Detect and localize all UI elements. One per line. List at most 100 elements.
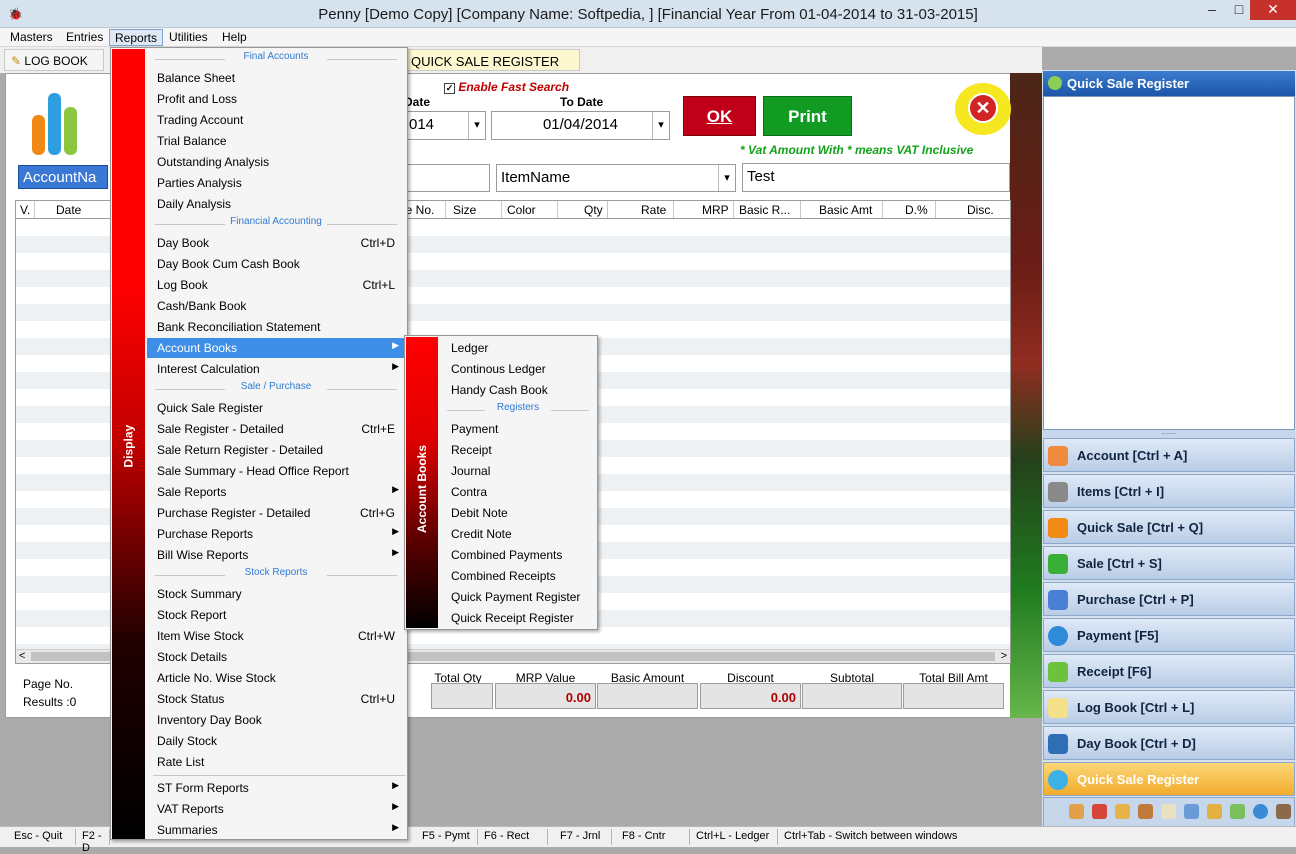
purchase-button[interactable]: Purchase [Ctrl + P] xyxy=(1043,582,1295,616)
settings-icon[interactable] xyxy=(1276,804,1291,819)
menu-quick-sale-register[interactable]: Quick Sale Register xyxy=(147,398,405,418)
menu-purchase-reports[interactable]: Purchase Reports ▶ xyxy=(147,524,405,544)
col-size[interactable]: Size xyxy=(453,203,476,217)
payment-button[interactable]: Payment [F5] xyxy=(1043,618,1295,652)
menu-vat-reports[interactable]: VAT Reports ▶ xyxy=(147,799,405,819)
menu-trading-account[interactable]: Trading Account xyxy=(147,110,405,130)
col-basic-amt[interactable]: Basic Amt xyxy=(819,203,872,217)
submenu-contra[interactable]: Contra xyxy=(441,482,595,502)
home-icon[interactable] xyxy=(1161,804,1176,819)
close-button[interactable]: ✕ xyxy=(1250,0,1296,20)
maximize-button[interactable]: □ xyxy=(1225,0,1253,20)
menu-day-book-cum-cash-book[interactable]: Day Book Cum Cash Book xyxy=(147,254,405,274)
menu-help[interactable]: Help xyxy=(217,29,252,46)
tools-icon[interactable] xyxy=(1207,804,1222,819)
col-rate[interactable]: Rate xyxy=(641,203,666,217)
submenu-continous-ledger[interactable]: Continous Ledger xyxy=(441,359,595,379)
menu-sale-reports[interactable]: Sale Reports ▶ xyxy=(147,482,405,502)
menu-stock-details[interactable]: Stock Details xyxy=(147,647,405,667)
menu-account-books[interactable]: Account Books ▶ xyxy=(147,338,405,358)
menu-trial-balance[interactable]: Trial Balance xyxy=(147,131,405,151)
itemname-dropdown-icon[interactable]: ▾ xyxy=(718,165,735,191)
menu-inventory-day-book[interactable]: Inventory Day Book xyxy=(147,710,405,730)
search-icon[interactable] xyxy=(1115,804,1130,819)
items-button[interactable]: Items [Ctrl + I] xyxy=(1043,474,1295,508)
menu-bank-reconciliation[interactable]: Bank Reconciliation Statement xyxy=(147,317,405,337)
menu-parties-analysis[interactable]: Parties Analysis xyxy=(147,173,405,193)
submenu-ledger[interactable]: Ledger xyxy=(441,338,595,358)
ok-button[interactable]: OK xyxy=(683,96,756,136)
menu-stock-report[interactable]: Stock Report xyxy=(147,605,405,625)
menu-st-form-reports[interactable]: ST Form Reports ▶ xyxy=(147,778,405,798)
menu-article-no-wise-stock[interactable]: Article No. Wise Stock xyxy=(147,668,405,688)
user-red-icon[interactable] xyxy=(1092,804,1107,819)
menu-utilities[interactable]: Utilities xyxy=(164,29,213,46)
receipt-button[interactable]: Receipt [F6] xyxy=(1043,654,1295,688)
log-book-button[interactable]: Log Book [Ctrl + L] xyxy=(1043,690,1295,724)
menu-entries[interactable]: Entries xyxy=(61,29,108,46)
col-mrp[interactable]: MRP xyxy=(702,203,729,217)
menu-stock-status[interactable]: Stock Status Ctrl+U xyxy=(147,689,405,709)
col-disc-percent[interactable]: D.% xyxy=(905,203,928,217)
account-name-field[interactable]: AccountNa xyxy=(18,165,108,189)
col-qty[interactable]: Qty xyxy=(584,203,603,217)
menu-daily-analysis[interactable]: Daily Analysis xyxy=(147,194,405,214)
quick-sale-register-button[interactable]: Quick Sale Register xyxy=(1043,762,1295,796)
search-value-input[interactable]: Test xyxy=(742,163,1010,192)
book-icon[interactable] xyxy=(1138,804,1153,819)
submenu-combined-payments[interactable]: Combined Payments xyxy=(441,545,595,565)
close-form-button[interactable]: ✕ xyxy=(955,83,1011,135)
menu-rate-list[interactable]: Rate List xyxy=(147,752,405,772)
menu-daily-stock[interactable]: Daily Stock xyxy=(147,731,405,751)
quick-sale-button[interactable]: Quick Sale [Ctrl + Q] xyxy=(1043,510,1295,544)
from-date-dropdown-icon[interactable]: ▾ xyxy=(468,112,485,139)
globe-small-icon[interactable] xyxy=(1253,804,1268,819)
tab-log-book[interactable]: ✎ LOG BOOK xyxy=(4,49,104,71)
submenu-receipt[interactable]: Receipt xyxy=(441,440,595,460)
tag-icon[interactable] xyxy=(1230,804,1245,819)
col-basic-rate[interactable]: Basic R... xyxy=(739,203,790,217)
fast-search-checkbox[interactable]: ✓ xyxy=(444,83,455,94)
menu-summaries[interactable]: Summaries ▶ xyxy=(147,820,405,840)
menu-sale-return-register[interactable]: Sale Return Register - Detailed xyxy=(147,440,405,460)
submenu-quick-receipt-register[interactable]: Quick Receipt Register xyxy=(441,608,595,628)
scroll-left-icon[interactable]: < xyxy=(19,650,25,662)
from-date-field[interactable]: 014 ▾ xyxy=(404,111,486,140)
itemname-select[interactable]: ItemName ▾ xyxy=(496,164,736,192)
account-button[interactable]: Account [Ctrl + A] xyxy=(1043,438,1295,472)
menu-cash-bank-book[interactable]: Cash/Bank Book xyxy=(147,296,405,316)
menu-profit-and-loss[interactable]: Profit and Loss xyxy=(147,89,405,109)
splitter-handle[interactable]: ......... xyxy=(1043,430,1295,438)
col-disc[interactable]: Disc. xyxy=(967,203,994,217)
day-book-button[interactable]: Day Book [Ctrl + D] xyxy=(1043,726,1295,760)
submenu-journal[interactable]: Journal xyxy=(441,461,595,481)
user-icon[interactable] xyxy=(1069,804,1084,819)
menu-bill-wise-reports[interactable]: Bill Wise Reports ▶ xyxy=(147,545,405,565)
submenu-payment[interactable]: Payment xyxy=(441,419,595,439)
menu-item-wise-stock[interactable]: Item Wise Stock Ctrl+W xyxy=(147,626,405,646)
submenu-debit-note[interactable]: Debit Note xyxy=(441,503,595,523)
submenu-combined-receipts[interactable]: Combined Receipts xyxy=(441,566,595,586)
sale-button[interactable]: Sale [Ctrl + S] xyxy=(1043,546,1295,580)
col-color[interactable]: Color xyxy=(507,203,536,217)
menu-balance-sheet[interactable]: Balance Sheet xyxy=(147,68,405,88)
col-v[interactable]: V. xyxy=(20,203,30,217)
minimize-button[interactable]: – xyxy=(1198,0,1226,20)
menu-sale-register-detailed[interactable]: Sale Register - Detailed Ctrl+E xyxy=(147,419,405,439)
menu-purchase-register-detailed[interactable]: Purchase Register - Detailed Ctrl+G xyxy=(147,503,405,523)
menu-interest-calculation[interactable]: Interest Calculation ▶ xyxy=(147,359,405,379)
print-button[interactable]: Print xyxy=(763,96,852,136)
menu-masters[interactable]: Masters xyxy=(5,29,58,46)
col-date[interactable]: Date xyxy=(56,203,81,217)
submenu-quick-payment-register[interactable]: Quick Payment Register xyxy=(441,587,595,607)
menu-day-book[interactable]: Day Book Ctrl+D xyxy=(147,233,405,253)
fast-search-row[interactable]: ✓ Enable Fast Search xyxy=(444,80,569,94)
menu-outstanding-analysis[interactable]: Outstanding Analysis xyxy=(147,152,405,172)
submenu-credit-note[interactable]: Credit Note xyxy=(441,524,595,544)
search-field-1[interactable] xyxy=(404,164,490,192)
scroll-right-icon[interactable]: > xyxy=(1001,650,1007,662)
chat-icon[interactable] xyxy=(1184,804,1199,819)
menu-log-book[interactable]: Log Book Ctrl+L xyxy=(147,275,405,295)
to-date-dropdown-icon[interactable]: ▾ xyxy=(652,112,669,139)
menu-stock-summary[interactable]: Stock Summary xyxy=(147,584,405,604)
